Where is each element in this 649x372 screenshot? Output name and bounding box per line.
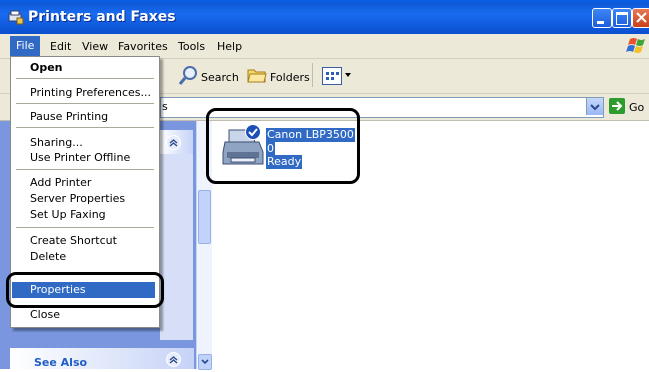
folders-icon[interactable] [247,66,267,84]
menu-item-printing-preferences[interactable]: Printing Preferences... [30,86,151,99]
chevron-down-icon [590,104,600,111]
address-text: s [162,100,168,113]
menu-item-create-shortcut[interactable]: Create Shortcut [30,234,117,247]
address-dropdown-button[interactable] [586,98,603,115]
see-also-label[interactable]: See Also [34,356,87,369]
menu-separator [16,78,154,79]
menu-item-delete[interactable]: Delete [30,250,66,263]
toolbar-separator [312,63,313,87]
maximize-button[interactable] [612,8,632,28]
menu-item-pause-printing[interactable]: Pause Printing [30,110,108,123]
windows-logo-icon [626,38,645,53]
menu-help[interactable]: Help [217,40,242,53]
menu-view[interactable]: View [82,40,108,53]
menu-item-add-printer[interactable]: Add Printer [30,176,91,189]
printer-tasks-box [160,130,193,340]
menu-file[interactable]: File [10,36,40,56]
menu-tools[interactable]: Tools [178,40,205,53]
menu-item-sharing[interactable]: Sharing... [30,136,83,149]
printer-callout-ring [206,108,360,184]
menu-item-set-up-faxing[interactable]: Set Up Faxing [30,208,106,221]
menu-edit[interactable]: Edit [50,40,71,53]
menu-separator [16,127,154,128]
menu-favorites[interactable]: Favorites [118,40,168,53]
folders-button-label[interactable]: Folders [270,71,310,84]
search-icon[interactable] [178,64,200,86]
views-dropdown-arrow-icon[interactable] [345,73,351,77]
go-icon[interactable] [609,98,625,114]
minimize-button[interactable] [592,8,612,28]
search-button-label[interactable]: Search [201,71,239,84]
see-also-chevron-icon[interactable] [166,352,181,367]
properties-callout-ring [6,272,164,308]
collapse-chevron-icon[interactable] [166,135,181,150]
close-icon [636,12,647,23]
printers-folder-icon [8,10,24,25]
menu-separator [16,227,154,228]
menu-separator [16,169,154,170]
scroll-down-button[interactable] [198,354,212,370]
printer-tasks-header[interactable] [160,130,193,154]
menu-item-use-printer-offline[interactable]: Use Printer Offline [30,151,130,164]
menu-item-close[interactable]: Close [30,308,60,321]
chevron-down-icon [201,359,209,365]
close-window-button[interactable] [632,8,649,28]
menu-separator [16,103,154,104]
window-title: Printers and Faxes [28,9,176,25]
scrollbar-thumb[interactable] [198,190,211,244]
menu-item-open[interactable]: Open [30,61,63,74]
views-icon[interactable] [322,67,342,85]
go-button-label[interactable]: Go [629,101,644,114]
menu-item-server-properties[interactable]: Server Properties [30,192,125,205]
